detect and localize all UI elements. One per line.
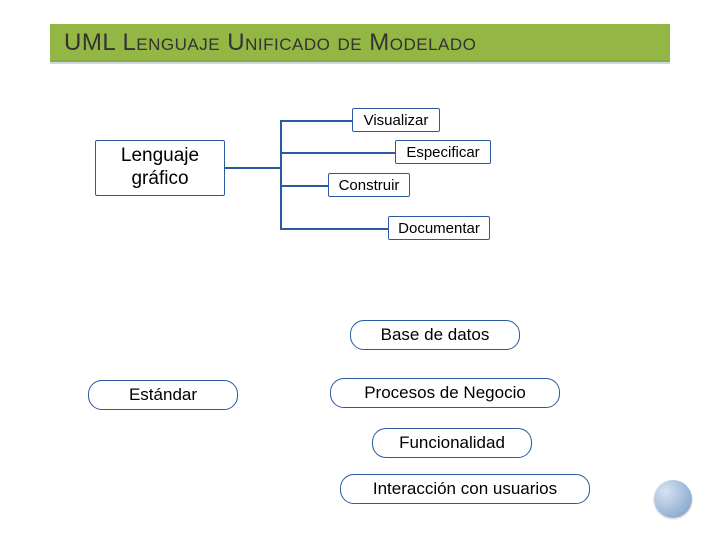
pill-procesos-de-negocio: Procesos de Negocio [330, 378, 560, 408]
box-construir: Construir [328, 173, 410, 197]
connector-h-main [225, 167, 280, 169]
pill-estandar-label: Estándar [129, 385, 197, 405]
box-lenguaje-grafico-label: Lenguaje gráfico [102, 145, 218, 191]
pill-base-de-datos-label: Base de datos [381, 325, 490, 345]
box-visualizar: Visualizar [352, 108, 440, 132]
connector-v-trunk [280, 120, 282, 230]
slide-title: UML Lenguaje Unificado de Modelado [64, 29, 476, 57]
title-underline [50, 62, 670, 64]
box-especificar: Especificar [395, 140, 491, 164]
connector-branch-2 [280, 152, 395, 154]
pill-interaccion-con-usuarios-label: Interacción con usuarios [373, 479, 557, 499]
connector-branch-4 [280, 228, 388, 230]
box-visualizar-label: Visualizar [364, 112, 429, 129]
box-documentar-label: Documentar [398, 220, 480, 237]
pill-funcionalidad: Funcionalidad [372, 428, 532, 458]
box-lenguaje-grafico: Lenguaje gráfico [95, 140, 225, 196]
box-especificar-label: Especificar [406, 144, 479, 161]
connector-branch-1 [280, 120, 352, 122]
title-bar: UML Lenguaje Unificado de Modelado [50, 24, 670, 62]
pill-base-de-datos: Base de datos [350, 320, 520, 350]
pill-procesos-de-negocio-label: Procesos de Negocio [364, 383, 526, 403]
box-construir-label: Construir [339, 177, 400, 194]
box-documentar: Documentar [388, 216, 490, 240]
pill-estandar: Estándar [88, 380, 238, 410]
pill-funcionalidad-label: Funcionalidad [399, 433, 505, 453]
pill-interaccion-con-usuarios: Interacción con usuarios [340, 474, 590, 504]
slide-stage: UML Lenguaje Unificado de Modelado Lengu… [0, 0, 720, 540]
connector-branch-3 [280, 185, 328, 187]
decorative-sphere-icon [654, 480, 692, 518]
